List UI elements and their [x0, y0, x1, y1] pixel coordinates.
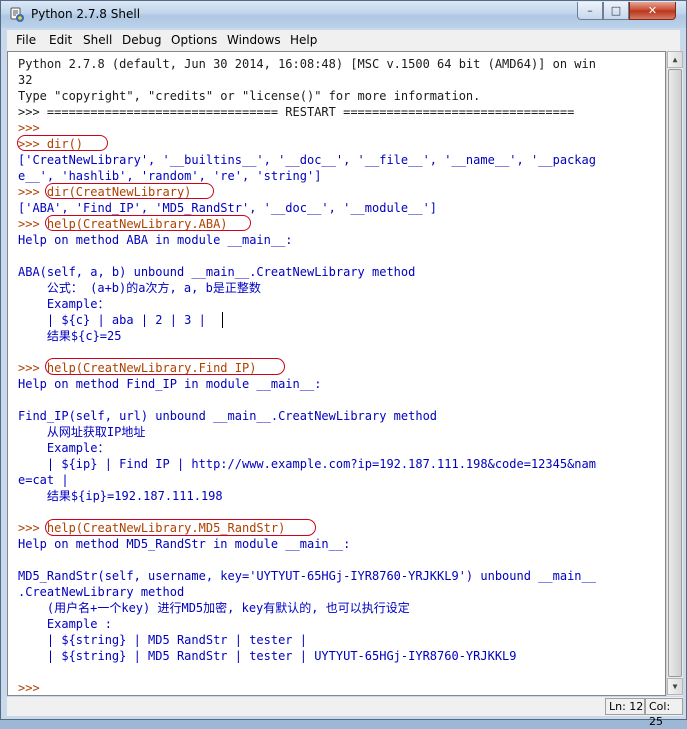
console-line: | ${string} | MD5 RandStr | tester |: [18, 633, 307, 647]
console-line: 结果${c}=25: [18, 329, 122, 343]
console-line: ['ABA', 'Find_IP', 'MD5_RandStr', '__doc…: [18, 201, 438, 215]
console-line: | ${ip} | Find IP | http://www.example.c…: [18, 457, 596, 471]
highlight-help-md5: [45, 519, 316, 536]
python-app-icon: [10, 7, 24, 22]
console-line: >>>: [18, 121, 47, 135]
title-bar[interactable]: Python 2.7.8 Shell – □ ✕: [1, 1, 686, 28]
console-line: ABA(self, a, b) unbound __main__.CreatNe…: [18, 265, 416, 279]
python-shell-window: Python 2.7.8 Shell – □ ✕ File Edit Shell…: [0, 0, 687, 728]
console-line: Example：: [18, 441, 110, 455]
console-line: Find_IP(self, url) unbound __main__.Crea…: [18, 409, 438, 423]
console-line: >>> ================================ RES…: [18, 105, 575, 119]
console-line: 从网址获取IP地址: [18, 425, 146, 439]
window-title: Python 2.7.8 Shell: [31, 7, 141, 21]
scroll-thumb[interactable]: [668, 69, 682, 677]
column-indicator: Col: 25: [645, 698, 683, 728]
console-line: .CreatNewLibrary method: [18, 585, 185, 599]
console-line: Python 2.7.8 (default, Jun 30 2014, 16:0…: [18, 57, 596, 71]
console-line: ['CreatNewLibrary', '__builtins__', '__d…: [18, 153, 596, 167]
status-bar: Ln: 12 Col: 25: [7, 697, 683, 728]
menu-file[interactable]: File: [16, 33, 36, 47]
console-line: e=cat |: [18, 473, 69, 487]
menu-bar: File Edit Shell Debug Options Windows He…: [7, 30, 680, 52]
console-line: 32: [18, 73, 33, 87]
vertical-scrollbar[interactable]: ▲ ▼: [666, 51, 683, 696]
menu-edit[interactable]: Edit: [49, 33, 72, 47]
menu-help[interactable]: Help: [290, 33, 317, 47]
highlight-dir-library: [45, 183, 214, 199]
console-line: | ${c} | aba | 2 | 3 |: [18, 313, 206, 327]
console-line: Example :: [18, 617, 112, 631]
console-line: MD5_RandStr(self, username, key='UYTYUT-…: [18, 569, 596, 583]
console-line: e__', 'hashlib', 'random', 're', 'string…: [18, 169, 322, 183]
scroll-down-icon[interactable]: ▼: [667, 678, 683, 695]
highlight-help-aba: [45, 215, 251, 231]
menu-shell[interactable]: Shell: [83, 33, 112, 47]
console-line: Help on method ABA in module __main__:: [18, 233, 293, 247]
console-line: Example：: [18, 297, 110, 311]
menu-windows[interactable]: Windows: [227, 33, 281, 47]
line-indicator: Ln: 12: [605, 698, 645, 715]
console-line: Type "copyright", "credits" or "license(…: [18, 89, 481, 103]
maximize-button[interactable]: □: [603, 2, 629, 20]
text-cursor: [222, 312, 223, 328]
menu-options[interactable]: Options: [171, 33, 217, 47]
console-line: (用户名+一个key) 进行MD5加密, key有默认的, 也可以执行设定: [18, 601, 410, 615]
minimize-button[interactable]: –: [577, 2, 603, 20]
console-line: | ${string} | MD5 RandStr | tester | UYT…: [18, 649, 517, 663]
menu-debug[interactable]: Debug: [122, 33, 161, 47]
console-line: 公式： (a+b)的a次方, a, b是正整数: [18, 281, 261, 295]
console-line: Help on method MD5_RandStr in module __m…: [18, 537, 351, 551]
highlight-dir-call: [17, 135, 108, 151]
console-line: >>>: [18, 681, 47, 695]
shell-text-area[interactable]: >>> | ${string} | MD5 RandStr | tester |…: [7, 51, 666, 696]
console-line: 结果${ip}=192.187.111.198: [18, 489, 223, 503]
console-line: Help on method Find_IP in module __main_…: [18, 377, 322, 391]
scroll-up-icon[interactable]: ▲: [667, 51, 683, 68]
highlight-help-find-ip: [45, 358, 285, 375]
close-button[interactable]: ✕: [629, 2, 676, 20]
